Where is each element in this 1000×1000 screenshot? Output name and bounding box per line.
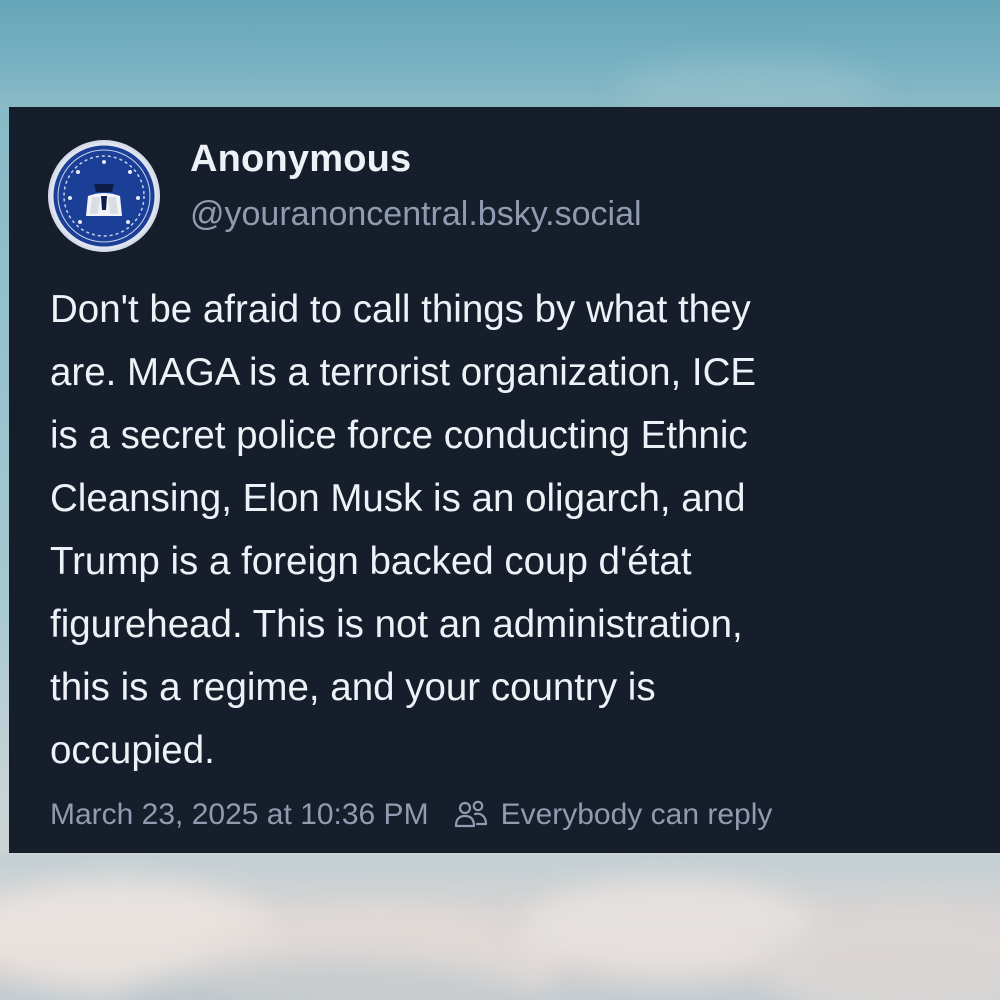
reply-setting-label[interactable]: Everybody can reply [501,798,773,832]
author-display-name[interactable]: Anonymous [190,138,411,181]
author-handle[interactable]: @youranoncentral.bsky.social [190,195,642,234]
people-icon [453,799,489,831]
avatar[interactable] [48,140,160,252]
post-timestamp[interactable]: March 23, 2025 at 10:36 PM [50,798,429,832]
post-text: Don't be afraid to call things by what t… [50,288,757,772]
post-meta: March 23, 2025 at 10:36 PM Everybody can… [50,793,772,837]
anonymous-emblem-icon [50,142,158,250]
